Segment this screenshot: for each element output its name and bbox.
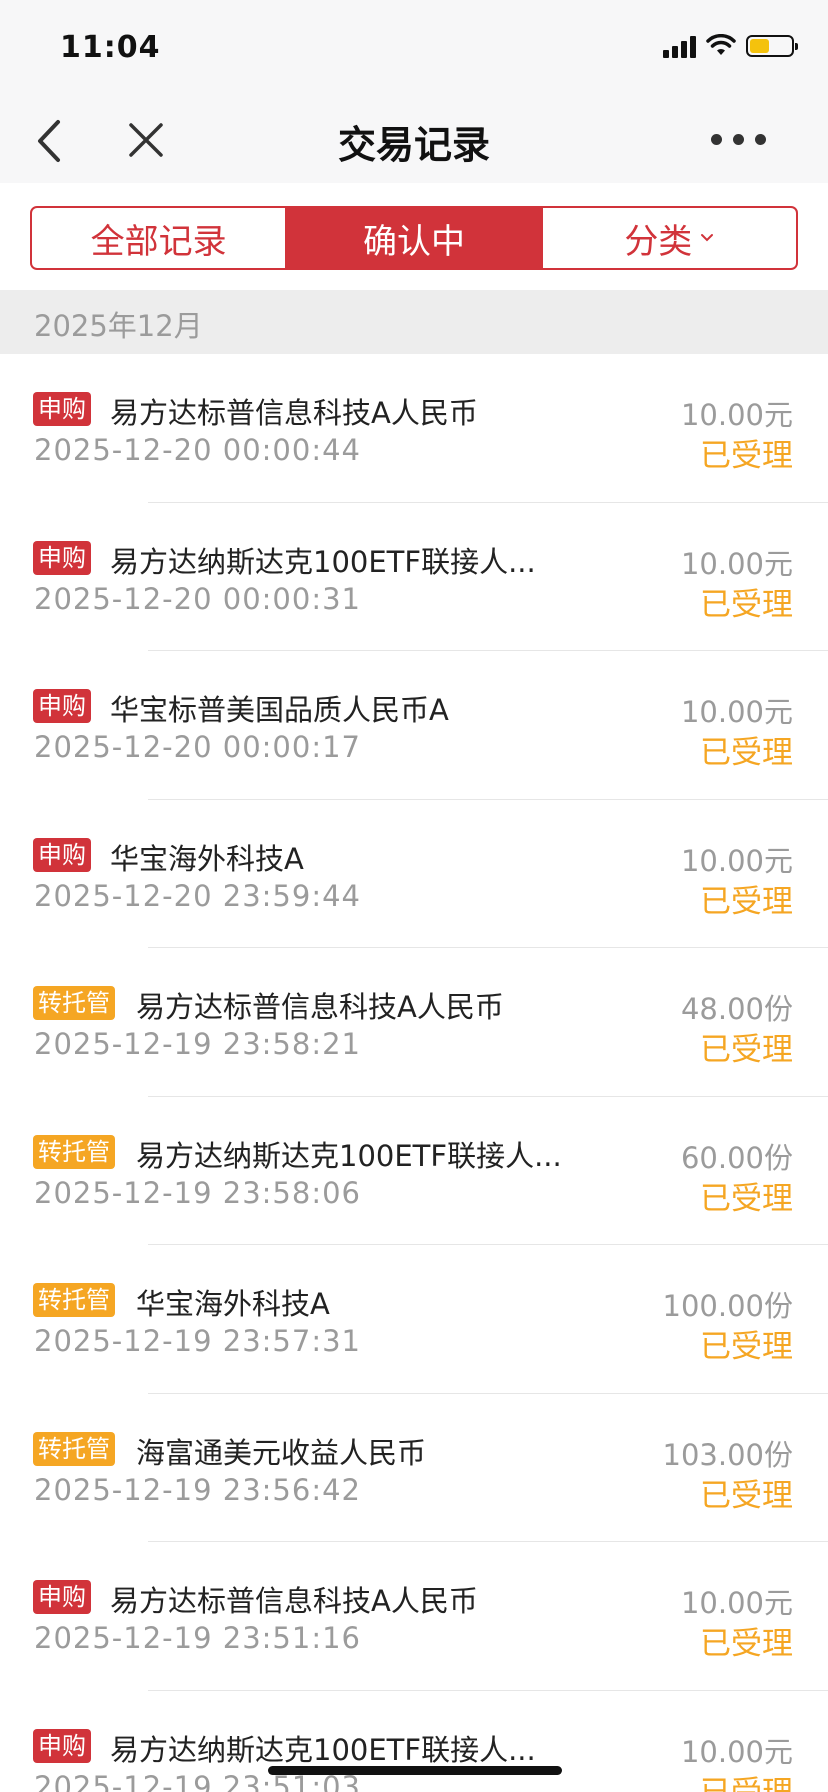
home-indicator bbox=[268, 1766, 562, 1775]
fund-name: 易方达纳斯达克100ETF联接人... bbox=[136, 1138, 562, 1173]
list-item[interactable]: 申购 易方达标普信息科技A人民币 2025-12-19 23:51:16 10.00元… bbox=[0, 1542, 828, 1691]
fund-name: 华宝海外科技A bbox=[110, 841, 304, 876]
tab-category[interactable]: 分类 bbox=[540, 208, 796, 268]
list-item[interactable]: 转托管 海富通美元收益人民币 2025-12-19 23:56:42 103.00份已… bbox=[0, 1394, 828, 1542]
battery-icon bbox=[746, 35, 798, 57]
top-bar: 11:04 交易记录 bbox=[0, 0, 828, 183]
status-badge: 已受理 bbox=[700, 1767, 793, 1792]
list-item[interactable]: 申购 易方达标普信息科技A人民币 2025-12-20 00:00:44 10.00元… bbox=[0, 354, 828, 503]
tab-label: 确认中 bbox=[362, 221, 465, 262]
more-options-icon[interactable] bbox=[711, 134, 766, 145]
status-icons bbox=[663, 34, 798, 58]
tab-all-records[interactable]: 全部记录 bbox=[32, 208, 285, 268]
transaction-time: 2025-12-20 00:00:44 bbox=[34, 433, 361, 467]
transaction-time: 2025-12-19 23:51:16 bbox=[34, 1621, 361, 1655]
list-item[interactable]: 申购 易方达纳斯达克100ETF联接人... 2025-12-20 00:00:31… bbox=[0, 503, 828, 651]
transaction-type-badge: 转托管 bbox=[33, 1134, 115, 1169]
transaction-type-badge: 转托管 bbox=[33, 986, 115, 1020]
cellular-signal-icon bbox=[663, 34, 696, 58]
transaction-amount: 10.00元 bbox=[680, 695, 793, 729]
list-item[interactable]: 申购 易方达纳斯达克100ETF联接人... 2025-12-19 23:51:03… bbox=[0, 1691, 828, 1792]
transaction-amount: 10.00元 bbox=[680, 843, 793, 878]
month-label: 2025年12月 bbox=[34, 309, 203, 343]
chevron-down-icon bbox=[701, 234, 714, 242]
list-item[interactable]: 转托管 华宝海外科技A 2025-12-19 23:57:31 100.00份已受理 bbox=[0, 1245, 828, 1394]
fund-name: 华宝标普美国品质人民币A bbox=[110, 693, 449, 727]
list-item[interactable]: 申购 华宝标普美国品质人民币A 2025-12-20 00:00:17 10.00元已… bbox=[0, 651, 828, 800]
status-badge: 已受理 bbox=[700, 1626, 793, 1662]
status-badge: 已受理 bbox=[700, 883, 793, 920]
transaction-time: 2025-12-20 00:00:17 bbox=[34, 730, 361, 764]
fund-name: 易方达标普信息科技A人民币 bbox=[110, 1584, 478, 1618]
status-badge: 已受理 bbox=[700, 1032, 793, 1068]
transaction-time: 2025-12-19 23:58:21 bbox=[34, 1027, 361, 1061]
transaction-type-badge: 转托管 bbox=[33, 1283, 115, 1317]
transaction-amount: 103.00份 bbox=[662, 1437, 793, 1472]
fund-name: 易方达纳斯达克100ETF联接人... bbox=[110, 544, 536, 579]
wifi-icon bbox=[706, 34, 736, 55]
transaction-amount: 10.00元 bbox=[680, 1586, 793, 1620]
tab-label: 全部记录 bbox=[90, 221, 227, 262]
page-title: 交易记录 bbox=[337, 123, 490, 167]
transaction-time: 2025-12-20 00:00:31 bbox=[34, 581, 361, 616]
transaction-amount: 60.00份 bbox=[680, 1140, 793, 1175]
fund-name: 易方达纳斯达克100ETF联接人... bbox=[110, 1732, 536, 1767]
transaction-type-badge: 申购 bbox=[33, 392, 91, 426]
transaction-type-badge: 申购 bbox=[33, 540, 91, 575]
transaction-amount: 10.00元 bbox=[680, 398, 793, 432]
fund-name: 易方达标普信息科技A人民币 bbox=[110, 396, 478, 430]
status-badge: 已受理 bbox=[700, 1329, 793, 1365]
transaction-time: 2025-12-20 23:59:44 bbox=[34, 878, 361, 913]
month-section-header: 2025年12月 bbox=[0, 290, 828, 354]
status-badge: 已受理 bbox=[700, 586, 793, 623]
transaction-time: 2025-12-19 23:58:06 bbox=[34, 1175, 361, 1210]
transaction-type-badge: 转托管 bbox=[33, 1431, 115, 1466]
filter-segmented-control: 全部记录 确认中 分类 bbox=[30, 206, 798, 270]
transaction-type-badge: 申购 bbox=[33, 1728, 91, 1763]
status-badge: 已受理 bbox=[700, 1180, 793, 1217]
transaction-time: 2025-12-19 23:56:42 bbox=[34, 1472, 361, 1507]
fund-name: 易方达标普信息科技A人民币 bbox=[136, 990, 504, 1024]
status-time: 11:04 bbox=[60, 30, 161, 65]
transaction-amount: 100.00份 bbox=[662, 1289, 793, 1323]
status-badge: 已受理 bbox=[700, 735, 793, 771]
fund-name: 海富通美元收益人民币 bbox=[136, 1435, 427, 1470]
transaction-type-badge: 申购 bbox=[33, 1580, 91, 1614]
transaction-list: 申购 易方达标普信息科技A人民币 2025-12-20 00:00:44 10.00元… bbox=[0, 354, 828, 1792]
transaction-type-badge: 申购 bbox=[33, 689, 91, 723]
tab-confirming[interactable]: 确认中 bbox=[285, 208, 541, 268]
status-badge: 已受理 bbox=[700, 1477, 793, 1514]
transaction-type-badge: 申购 bbox=[33, 837, 91, 872]
transaction-amount: 10.00元 bbox=[680, 1734, 793, 1769]
fund-name: 华宝海外科技A bbox=[136, 1287, 330, 1321]
list-item[interactable]: 转托管 易方达纳斯达克100ETF联接人... 2025-12-19 23:58:0… bbox=[0, 1097, 828, 1245]
transaction-amount: 48.00份 bbox=[680, 992, 793, 1026]
transaction-time: 2025-12-19 23:57:31 bbox=[34, 1324, 361, 1358]
tab-label: 分类 bbox=[624, 221, 693, 262]
list-item[interactable]: 转托管 易方达标普信息科技A人民币 2025-12-19 23:58:21 48.00… bbox=[0, 948, 828, 1097]
list-item[interactable]: 申购 华宝海外科技A 2025-12-20 23:59:44 10.00元已受理 bbox=[0, 800, 828, 948]
transaction-amount: 10.00元 bbox=[680, 546, 793, 581]
status-badge: 已受理 bbox=[700, 438, 793, 474]
